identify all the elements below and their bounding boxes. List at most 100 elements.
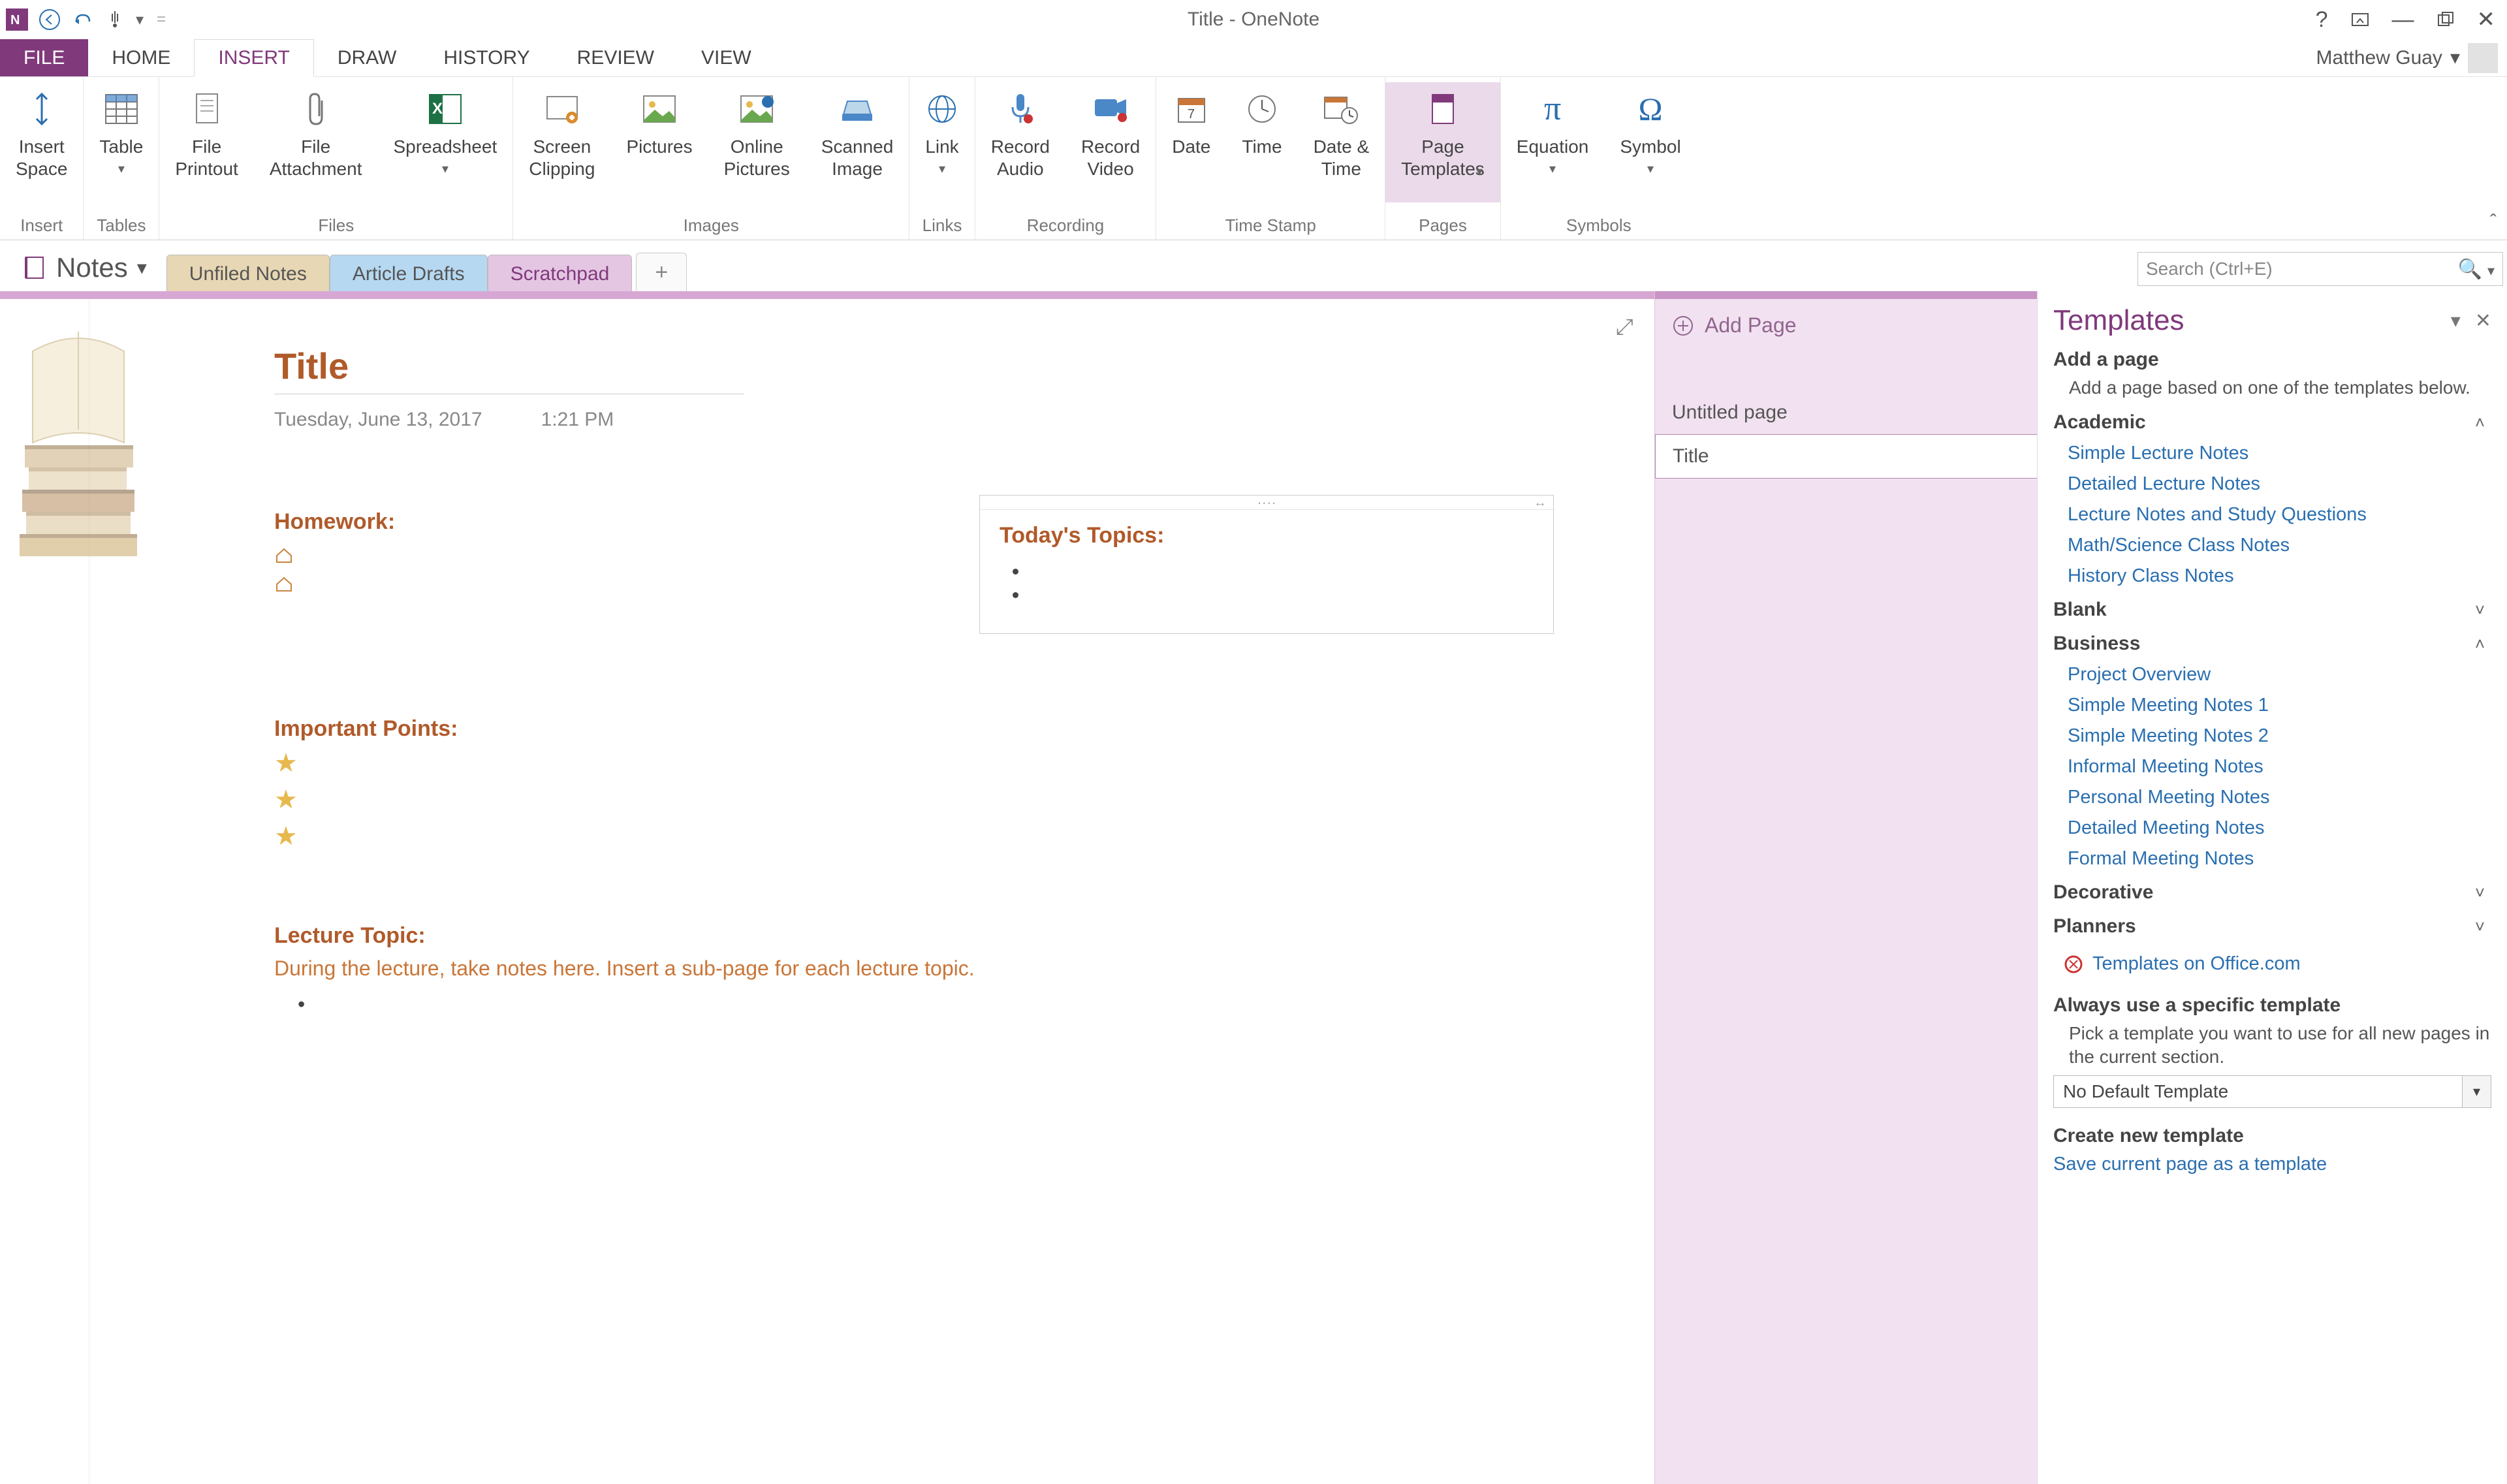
date-button[interactable]: 7 Date xyxy=(1156,82,1226,158)
chevron-down-icon: ˅ xyxy=(2475,600,2485,620)
page-title[interactable]: Title xyxy=(274,345,1654,387)
template-link[interactable]: Detailed Meeting Notes xyxy=(2053,817,2491,839)
chevron-down-icon: ▾ xyxy=(1549,158,1556,180)
tab-insert[interactable]: INSERT xyxy=(194,39,313,77)
template-link[interactable]: Lecture Notes and Study Questions xyxy=(2053,504,2491,526)
tab-review[interactable]: REVIEW xyxy=(554,39,678,76)
pages-pane: Add Page Untitled page Title xyxy=(1654,291,2037,1484)
page-templates-button[interactable]: Page Templates ▾ xyxy=(1385,82,1500,202)
insert-space-button[interactable]: Insert Space xyxy=(0,82,83,180)
qat-customize-icon[interactable]: ▾ xyxy=(136,10,144,29)
notebook-picker[interactable]: Notes ▾ xyxy=(0,252,166,291)
important-heading: Important Points: xyxy=(274,716,1654,742)
tab-view[interactable]: VIEW xyxy=(678,39,775,76)
table-button[interactable]: Table ▾ xyxy=(84,82,159,180)
page-list-item[interactable]: Title xyxy=(1655,434,2037,479)
container-drag-handle[interactable]: ↔ xyxy=(980,496,1553,510)
mic-icon xyxy=(1006,86,1035,132)
search-input[interactable]: Search (Ctrl+E) 🔍 ▾ xyxy=(2137,252,2503,286)
task-pane-options-icon[interactable]: ▾ xyxy=(2451,309,2461,332)
template-link[interactable]: Simple Meeting Notes 2 xyxy=(2053,725,2491,747)
category-blank[interactable]: Blank˅ xyxy=(2053,599,2491,621)
template-link[interactable]: Project Overview xyxy=(2053,664,2491,686)
bullet-item[interactable] xyxy=(1028,584,1534,607)
topics-container[interactable]: ↔ Today's Topics: xyxy=(979,495,1554,634)
template-link[interactable]: Personal Meeting Notes xyxy=(2053,787,2491,808)
touch-mode-icon[interactable] xyxy=(103,8,127,31)
scanned-image-button[interactable]: Scanned Image xyxy=(806,82,909,180)
equation-button[interactable]: π Equation ▾ xyxy=(1501,82,1605,180)
template-link[interactable]: Simple Meeting Notes 1 xyxy=(2053,695,2491,716)
page-templates-icon xyxy=(1428,86,1457,132)
collapse-ribbon-icon[interactable]: ˆ xyxy=(2490,211,2497,233)
symbol-button[interactable]: Ω Symbol ▾ xyxy=(1604,82,1696,180)
screen-clipping-icon xyxy=(544,86,580,132)
bullet-item[interactable]: • xyxy=(298,992,1654,1017)
category-academic[interactable]: Academic˄ xyxy=(2053,411,2491,434)
template-link[interactable]: Informal Meeting Notes xyxy=(2053,756,2491,778)
star-tag-icon[interactable]: ★ xyxy=(274,785,1654,815)
ribbon-display-icon[interactable] xyxy=(2350,10,2370,29)
group-symbols-label: Symbols xyxy=(1501,215,1697,240)
template-link[interactable]: Simple Lecture Notes xyxy=(2053,443,2491,464)
section-tab-drafts[interactable]: Article Drafts xyxy=(330,255,488,292)
tab-home[interactable]: HOME xyxy=(88,39,194,76)
note-time: 1:21 PM xyxy=(541,409,614,431)
screen-clipping-button[interactable]: Screen Clipping xyxy=(513,82,610,180)
minimize-icon[interactable]: — xyxy=(2392,7,2414,33)
add-page-button[interactable]: Add Page xyxy=(1655,299,2037,352)
create-heading: Create new template xyxy=(2053,1125,2491,1147)
category-planners[interactable]: Planners˅ xyxy=(2053,915,2491,938)
svg-text:7: 7 xyxy=(1188,107,1195,121)
svg-text:N: N xyxy=(10,13,20,27)
back-icon[interactable] xyxy=(38,8,61,31)
help-icon[interactable]: ? xyxy=(2316,7,2328,33)
template-link[interactable]: History Class Notes xyxy=(2053,565,2491,587)
star-tag-icon[interactable]: ★ xyxy=(274,748,1654,778)
template-link[interactable]: Detailed Lecture Notes xyxy=(2053,473,2491,495)
section-tab-unfiled[interactable]: Unfiled Notes xyxy=(166,255,330,292)
maximize-icon[interactable] xyxy=(2436,10,2455,29)
template-link[interactable]: Math/Science Class Notes xyxy=(2053,535,2491,556)
templates-pane: Templates ▾ ✕ Add a page Add a page base… xyxy=(2037,291,2507,1484)
group-links-label: Links xyxy=(909,215,974,240)
category-business[interactable]: Business˄ xyxy=(2053,633,2491,655)
close-icon[interactable]: ✕ xyxy=(2475,309,2491,332)
add-section-button[interactable]: + xyxy=(636,253,687,292)
user-account[interactable]: Matthew Guay ▾ xyxy=(2316,39,2507,76)
star-tag-icon[interactable]: ★ xyxy=(274,821,1654,851)
file-printout-button[interactable]: File Printout xyxy=(159,82,254,180)
lecture-description[interactable]: During the lecture, take notes here. Ins… xyxy=(274,956,1654,981)
tab-draw[interactable]: DRAW xyxy=(314,39,420,76)
file-attachment-button[interactable]: File Attachment xyxy=(254,82,378,180)
template-link[interactable]: Formal Meeting Notes xyxy=(2053,848,2491,870)
online-pictures-button[interactable]: Online Pictures xyxy=(708,82,806,180)
ribbon-insert: Insert Space Insert Table ▾ Tables File … xyxy=(0,77,2507,240)
date-time-button[interactable]: Date & Time xyxy=(1298,82,1385,180)
link-button[interactable]: Link ▾ xyxy=(909,82,974,180)
chevron-down-icon: ▾ xyxy=(442,158,449,180)
time-button[interactable]: Time xyxy=(1226,82,1297,158)
default-template-select[interactable]: No Default Template ▾ xyxy=(2053,1075,2491,1108)
record-video-button[interactable]: Record Video xyxy=(1065,82,1156,180)
pictures-button[interactable]: Pictures xyxy=(610,82,708,158)
undo-icon[interactable] xyxy=(71,8,94,31)
add-page-label: Add Page xyxy=(1705,313,1797,338)
tab-file[interactable]: FILE xyxy=(0,39,88,76)
close-icon[interactable]: ✕ xyxy=(2477,7,2496,33)
fullscreen-icon[interactable]: ⤢ xyxy=(1616,315,1633,340)
note-canvas[interactable]: ⤢ Title Tu xyxy=(0,291,1654,1484)
save-template-link[interactable]: Save current page as a template xyxy=(2053,1154,2491,1175)
chevron-down-icon: ▾ xyxy=(2450,46,2460,69)
bullet-item[interactable] xyxy=(1028,560,1534,584)
office-templates-link[interactable]: Templates on Office.com xyxy=(2053,953,2491,975)
section-tab-scratchpad[interactable]: Scratchpad xyxy=(488,255,633,292)
record-audio-button[interactable]: Record Audio xyxy=(975,82,1065,180)
section-row: Notes ▾ Unfiled Notes Article Drafts Scr… xyxy=(0,240,2507,291)
chevron-down-icon: ˅ xyxy=(2475,883,2485,903)
page-list-item[interactable]: Untitled page xyxy=(1655,391,2037,434)
topics-heading: Today's Topics: xyxy=(1000,523,1534,548)
tab-history[interactable]: HISTORY xyxy=(420,39,553,76)
category-decorative[interactable]: Decorative˅ xyxy=(2053,881,2491,904)
spreadsheet-button[interactable]: X Spreadsheet ▾ xyxy=(377,82,512,180)
